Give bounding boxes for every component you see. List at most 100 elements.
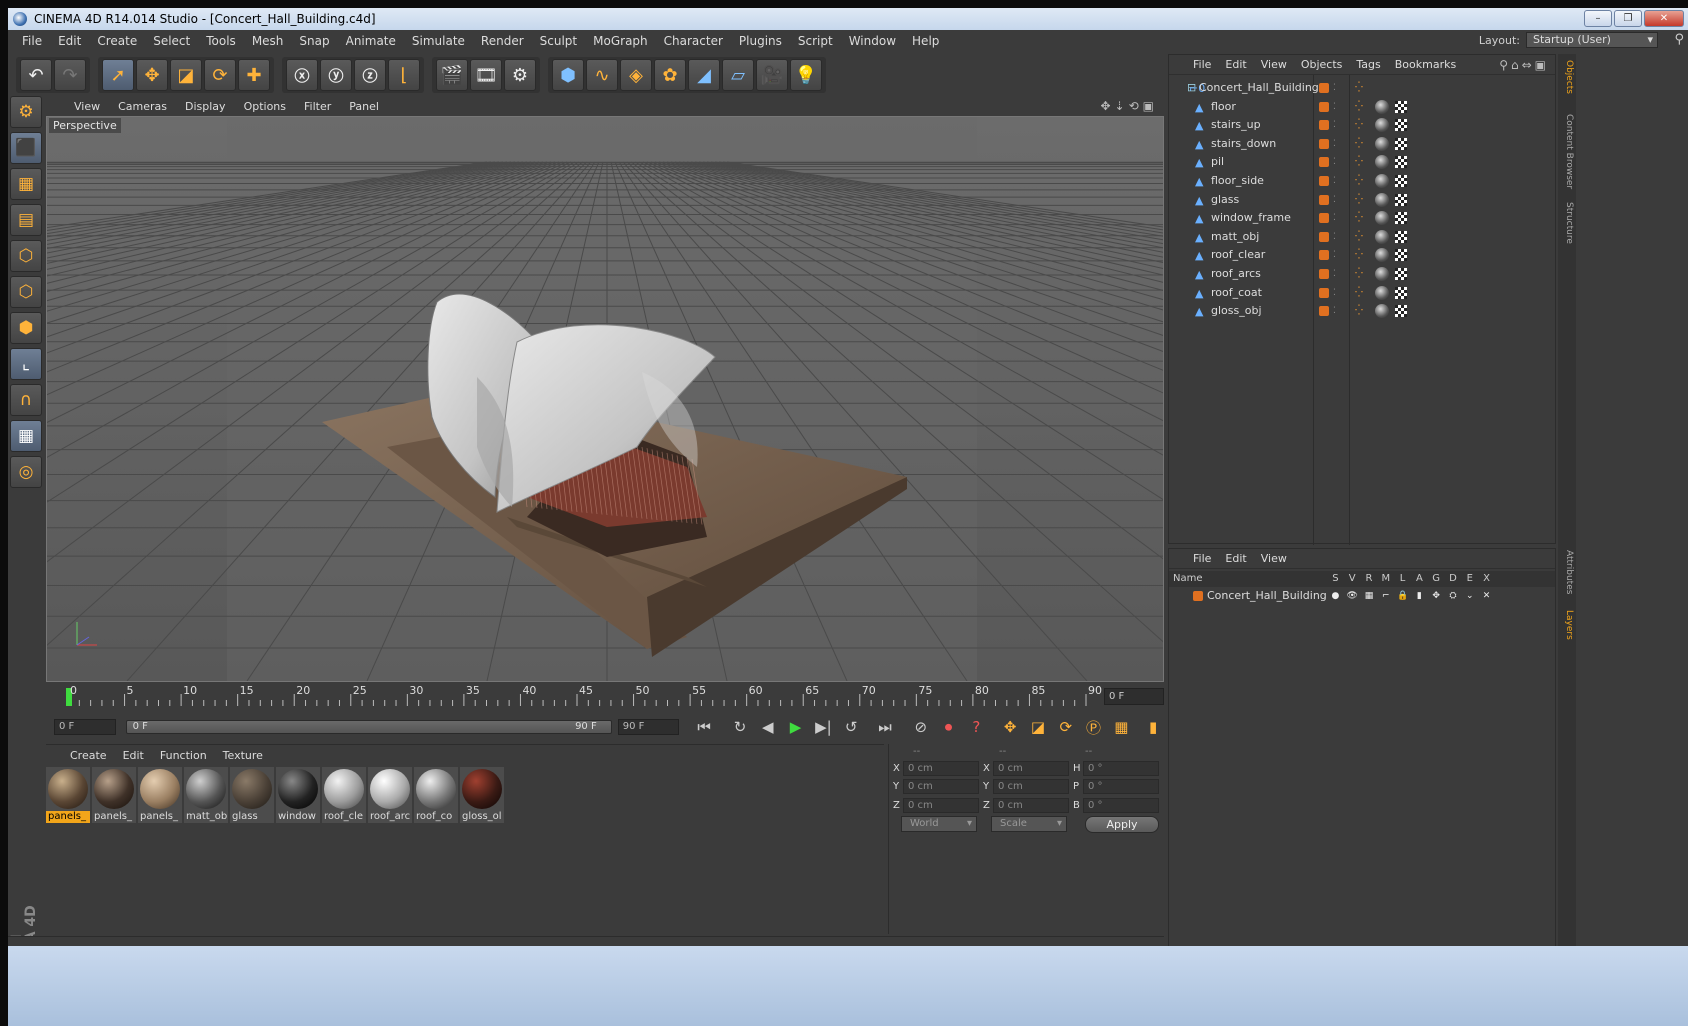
object-row[interactable]: ▲ window_frame ⁚ ⁛: [1169, 209, 1555, 228]
texture-tag-icon[interactable]: [1375, 173, 1389, 188]
coordinate-value-field[interactable]: 0 °: [1083, 797, 1159, 813]
phong-tag-icon[interactable]: ⁛: [1355, 228, 1363, 246]
viewport-menu-panel[interactable]: Panel: [349, 100, 379, 113]
uvw-tag-icon[interactable]: [1395, 137, 1407, 150]
object-row[interactable]: ▲ glass ⁚ ⁛: [1169, 191, 1555, 210]
visibility-dots-icon[interactable]: ⁚: [1333, 98, 1336, 116]
layer-menu-edit[interactable]: Edit: [1225, 552, 1246, 565]
live-selection-icon[interactable]: ➚: [102, 59, 134, 91]
texture-tag-icon[interactable]: [1375, 99, 1389, 114]
menu-animate[interactable]: Animate: [338, 34, 404, 48]
uvw-tag-icon[interactable]: [1395, 267, 1407, 280]
render-settings-icon[interactable]: ⚙: [504, 59, 536, 91]
layer-column-header[interactable]: R: [1361, 571, 1378, 587]
menu-tools[interactable]: Tools: [198, 34, 244, 48]
layer-row[interactable]: Concert_Hall_Building ● 👁 ▦ ⌐ 🔒 ▮ ✥ ⛭ ⌄ ✕: [1169, 587, 1555, 605]
layer-column-header[interactable]: M: [1377, 571, 1394, 587]
side-tab-objects[interactable]: Objects: [1560, 60, 1574, 94]
phong-tag-icon[interactable]: ⁛: [1355, 191, 1363, 209]
layer-menu-file[interactable]: File: [1193, 552, 1211, 565]
x-axis-lock-icon[interactable]: ⓧ: [286, 59, 318, 91]
rotate-tool-icon[interactable]: ⟳: [204, 59, 236, 91]
coordinate-value-field[interactable]: 0 cm: [903, 797, 979, 813]
visibility-dots-icon[interactable]: ⁚: [1333, 209, 1336, 227]
object-row[interactable]: ▲ roof_clear ⁚ ⁛: [1169, 246, 1555, 265]
menu-file[interactable]: File: [14, 34, 50, 48]
layer-color-swatch[interactable]: [1319, 138, 1329, 149]
key-parameter-icon[interactable]: Ⓟ: [1081, 715, 1107, 739]
previous-key-icon[interactable]: ↻: [727, 715, 753, 739]
coordinate-value-field[interactable]: 0 cm: [903, 760, 979, 776]
max-frame-field[interactable]: 90 F: [617, 719, 680, 735]
menu-script[interactable]: Script: [790, 34, 841, 48]
object-row[interactable]: ▲ stairs_down ⁚ ⁛: [1169, 135, 1555, 154]
object-menu-bookmarks[interactable]: Bookmarks: [1395, 58, 1456, 71]
key-position-icon[interactable]: ✥: [997, 715, 1023, 739]
uvw-tag-icon[interactable]: [1395, 174, 1407, 187]
object-row[interactable]: ▲ roof_arcs ⁚ ⁛: [1169, 265, 1555, 284]
texture-tag-icon[interactable]: [1375, 118, 1389, 133]
record-keyframe-icon[interactable]: ⏺: [936, 715, 962, 739]
key-pla-icon[interactable]: ▦: [1108, 715, 1134, 739]
texture-mode-icon[interactable]: ▦: [10, 168, 42, 200]
menu-create[interactable]: Create: [89, 34, 145, 48]
soft-selection-icon[interactable]: ◎: [10, 456, 42, 488]
phong-tag-icon[interactable]: ⁛: [1355, 98, 1363, 116]
menu-sculpt[interactable]: Sculpt: [532, 34, 585, 48]
workplane-lock-icon[interactable]: ▦: [10, 420, 42, 452]
texture-tag-icon[interactable]: [1375, 266, 1389, 281]
material-menu-function[interactable]: Function: [160, 749, 207, 762]
coordinate-space-dropdown[interactable]: World ▾: [901, 816, 977, 832]
visibility-dots-icon[interactable]: ⁚: [1333, 135, 1336, 153]
coordinate-value-field[interactable]: 0 °: [1083, 760, 1159, 776]
phong-tag-icon[interactable]: ⁛: [1355, 172, 1363, 190]
camera-icon[interactable]: 🎥: [756, 59, 788, 91]
coordinate-system-icon[interactable]: ⌊: [388, 59, 420, 91]
object-row[interactable]: ▲ stairs_up ⁚ ⁛: [1169, 116, 1555, 135]
texture-tag-icon[interactable]: [1375, 192, 1389, 207]
layer-column-header[interactable]: S: [1327, 571, 1344, 587]
material-swatch[interactable]: panels_: [92, 767, 136, 823]
object-row[interactable]: ▲ floor ⁚ ⁛: [1169, 98, 1555, 117]
texture-tag-icon[interactable]: [1375, 304, 1389, 319]
y-axis-lock-icon[interactable]: ⓨ: [320, 59, 352, 91]
material-swatch[interactable]: panels_: [46, 767, 90, 823]
visibility-dots-icon[interactable]: ⁚: [1333, 116, 1336, 134]
side-tab-content-browser[interactable]: Content Browser: [1560, 114, 1574, 189]
deformer-icon[interactable]: ◢: [688, 59, 720, 91]
timeline-window-icon[interactable]: ▮: [1140, 715, 1166, 739]
axis-mode-icon[interactable]: ⌞: [10, 348, 42, 380]
model-mode-icon[interactable]: ⬛: [10, 132, 42, 164]
object-row[interactable]: ▲ gloss_obj ⁚ ⁛: [1169, 302, 1555, 321]
menu-render[interactable]: Render: [473, 34, 532, 48]
object-menu-tags[interactable]: Tags: [1356, 58, 1380, 71]
layer-color-swatch[interactable]: [1319, 101, 1329, 112]
object-manager-tools-icon[interactable]: ⚲⌂⇔▣: [1499, 58, 1549, 72]
layer-color-swatch[interactable]: [1319, 231, 1329, 242]
material-swatch[interactable]: roof_co: [414, 767, 458, 823]
next-frame-icon[interactable]: ▶|: [810, 715, 836, 739]
material-menu-texture[interactable]: Texture: [223, 749, 263, 762]
phong-tag-icon[interactable]: ⁛: [1355, 116, 1363, 134]
visibility-dots-icon[interactable]: ⁚: [1333, 265, 1336, 283]
layer-color-swatch[interactable]: [1319, 83, 1329, 93]
side-tab-structure[interactable]: Structure: [1560, 202, 1574, 244]
object-row[interactable]: ▲ roof_coat ⁚ ⁛: [1169, 284, 1555, 303]
material-swatch[interactable]: roof_cle: [322, 767, 366, 823]
texture-tag-icon[interactable]: [1375, 248, 1389, 263]
maximize-button[interactable]: ❐: [1614, 10, 1642, 27]
phong-tag-icon[interactable]: ⁛: [1355, 284, 1363, 302]
phong-tag-icon[interactable]: ⁛: [1355, 79, 1363, 97]
menu-help[interactable]: Help: [904, 34, 947, 48]
material-swatch[interactable]: panels_: [138, 767, 182, 823]
phong-tag-icon[interactable]: ⁛: [1355, 302, 1363, 320]
material-swatch[interactable]: roof_arc: [368, 767, 412, 823]
coordinate-mode-dropdown[interactable]: Scale ▾: [991, 816, 1067, 832]
timeline[interactable]: 0 5 10 15 20 25 30 35 40 45 50 55 60 65 70 75 80 85 90 0 F: [46, 684, 1166, 710]
layer-color-swatch[interactable]: [1319, 120, 1329, 131]
move-tool-icon[interactable]: ✥: [136, 59, 168, 91]
phong-tag-icon[interactable]: ⁛: [1355, 265, 1363, 283]
undo-icon[interactable]: ↶: [20, 59, 52, 91]
uvw-tag-icon[interactable]: [1395, 212, 1407, 225]
layer-color-swatch[interactable]: [1193, 591, 1203, 601]
